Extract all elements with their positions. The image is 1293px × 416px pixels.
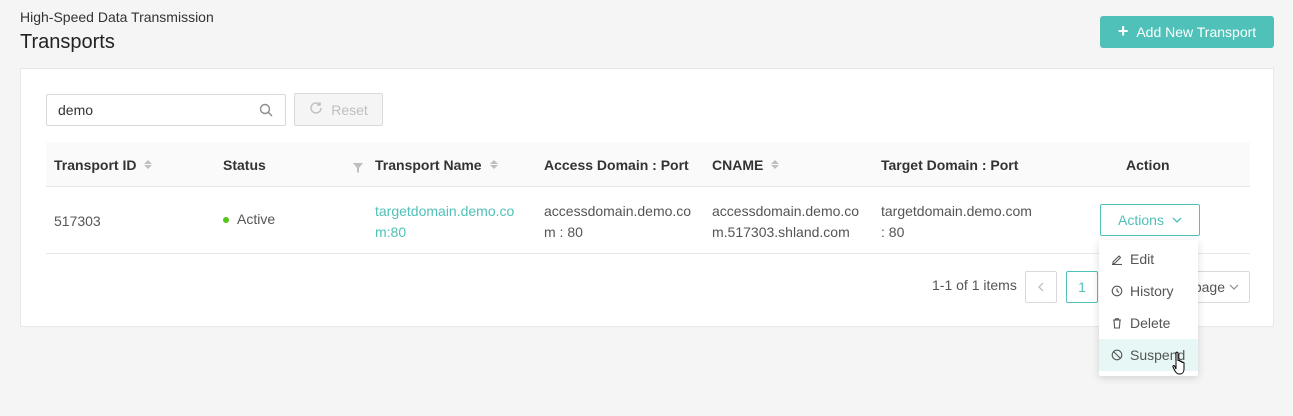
reload-icon — [309, 101, 323, 118]
search-box[interactable] — [46, 94, 286, 126]
page-size-label: page — [1193, 279, 1225, 295]
cell-status: Active — [223, 209, 275, 230]
col-transport-id[interactable]: Transport ID — [54, 142, 153, 187]
col-action: Action — [1126, 142, 1170, 187]
status-dot — [223, 217, 229, 224]
cell-access-domain: accessdomain.demo.com : 80 — [544, 203, 692, 240]
pagination-total: 1-1 of 1 items — [932, 277, 1017, 293]
menu-label: Delete — [1130, 315, 1171, 331]
col-label: Transport Name — [375, 156, 482, 173]
cell-transport-id: 517303 — [54, 213, 101, 229]
reset-label: Reset — [331, 101, 368, 118]
pagination-prev[interactable] — [1025, 271, 1057, 303]
chevron-down-icon — [1172, 212, 1182, 228]
hand-cursor-icon — [1172, 351, 1185, 375]
cell-cname: accessdomain.demo.com.517303.shland.com — [712, 203, 860, 240]
add-new-transport-button[interactable]: + Add New Transport — [1100, 16, 1274, 48]
plus-icon: + — [1117, 21, 1129, 41]
history-icon — [1111, 285, 1123, 297]
reset-button[interactable]: Reset — [294, 93, 383, 126]
col-transport-name[interactable]: Transport Name — [375, 142, 498, 187]
add-button-label: Add New Transport — [1136, 24, 1257, 40]
col-label: Action — [1126, 156, 1170, 173]
sort-icon[interactable] — [144, 160, 153, 169]
edit-icon — [1112, 255, 1122, 265]
col-status[interactable]: Status — [223, 142, 363, 187]
menu-item-history[interactable]: History — [1099, 275, 1198, 307]
page-subtitle: High-Speed Data Transmission — [20, 9, 214, 25]
menu-label: History — [1130, 283, 1174, 299]
col-target-domain: Target Domain : Port — [881, 142, 1018, 187]
menu-item-edit[interactable]: Edit — [1099, 243, 1198, 275]
suspend-icon — [1111, 349, 1123, 361]
chevron-left-icon — [1038, 282, 1044, 292]
chevron-down-icon — [1229, 284, 1239, 290]
menu-item-delete[interactable]: Delete — [1099, 307, 1198, 339]
status-label: Active — [237, 211, 276, 227]
table-row: 517303 Active targetdomain.demo.com:80 a… — [46, 187, 1250, 254]
sort-icon[interactable] — [489, 160, 498, 169]
filter-icon[interactable] — [353, 160, 363, 176]
col-label: Target Domain : Port — [881, 156, 1019, 173]
search-input[interactable] — [58, 102, 258, 118]
trash-icon — [1113, 318, 1121, 329]
transports-card: Reset Transport ID Status Transport Name… — [20, 68, 1274, 327]
sort-icon[interactable] — [771, 160, 780, 169]
col-label: Status — [223, 156, 266, 173]
col-access-domain: Access Domain : Port — [544, 142, 689, 187]
actions-dropdown-button[interactable]: Actions — [1100, 204, 1200, 236]
pagination-page[interactable]: 1 — [1066, 271, 1098, 303]
page-title: Transports — [20, 31, 115, 53]
col-cname[interactable]: CNAME — [712, 142, 780, 187]
search-icon[interactable] — [258, 102, 274, 118]
col-label: Access Domain : Port — [544, 156, 689, 173]
table-header: Transport ID Status Transport Name Acces… — [46, 142, 1250, 187]
menu-label: Edit — [1130, 251, 1155, 267]
col-label: Transport ID — [54, 156, 137, 173]
actions-label: Actions — [1118, 212, 1164, 228]
col-label: CNAME — [712, 156, 764, 173]
cell-target-domain: targetdomain.demo.com : 80 — [881, 203, 1032, 240]
transport-name-link[interactable]: targetdomain.demo.com:80 — [375, 201, 527, 243]
